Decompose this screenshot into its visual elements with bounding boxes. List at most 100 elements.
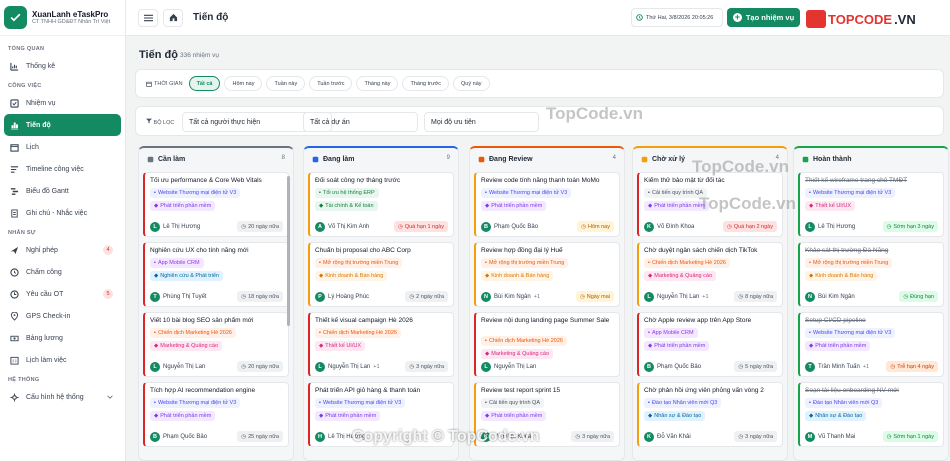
datetime-text: Thứ Hai, 3/8/2026 20:05:26 — [646, 14, 714, 21]
sidebar-item[interactable]: Ghi chú - Nhắc việc — [4, 202, 121, 224]
gear-icon — [10, 392, 19, 402]
assignee-name: Lý Hoàng Phúc — [328, 293, 370, 300]
task-title: Đối soát công nợ tháng trước — [315, 177, 401, 184]
assignee-avatar: L — [805, 221, 815, 232]
folder-icon: ▪ — [319, 190, 321, 196]
folder-icon: ▪ — [319, 260, 321, 266]
category-tag: ◆ Nhân sự & Đào tạo — [644, 411, 706, 421]
page-title: Tiến độ — [139, 49, 178, 61]
task-card[interactable]: Review nội dung landing page Summer Sale… — [474, 312, 620, 377]
home-button[interactable] — [163, 8, 183, 27]
sidebar-item[interactable]: Bảng lương — [4, 327, 121, 349]
task-card[interactable]: Thiết kế wireframe trang chủ TMĐT ▪ Websi… — [798, 172, 944, 237]
due-icon: ◷ — [241, 363, 247, 370]
column-scrollbar[interactable] — [287, 176, 290, 326]
project-select[interactable]: Tất cả dự án — [303, 112, 418, 132]
time-filter-chip[interactable]: Tuần trước — [309, 76, 353, 91]
category-tag-text: Kinh doanh & Bán hàng — [325, 273, 384, 279]
task-card[interactable]: Chuẩn bị proposal cho ABC Corp ▪ Mở rộng … — [308, 242, 454, 307]
task-card[interactable]: Thiết kế visual campaign Hè 2026 ▪ Chiến … — [308, 312, 454, 377]
schedule-icon — [10, 356, 19, 365]
sidebar-item-label: Cấu hình hệ thống — [26, 393, 84, 401]
project-tag: ▪ Chiến dịch Marketing Hè 2026 — [315, 328, 401, 338]
task-card[interactable]: Tích hợp AI recommendation engine ▪ Websi… — [143, 382, 289, 447]
time-filter-label: THỜI GIAN — [146, 81, 183, 87]
project-tag-text: Cải tiến quy trình QA — [651, 190, 704, 196]
task-card[interactable]: Nghiên cứu UX cho tính năng mới ▪ App Mob… — [143, 242, 289, 307]
sidebar-item[interactable]: Cấu hình hệ thống — [4, 386, 121, 408]
sidebar-item-label: Lịch làm việc — [26, 356, 67, 364]
due-badge: ◷ 8 ngày nữa — [734, 291, 777, 302]
due-text: Quá hạn 2 ngày — [733, 223, 773, 230]
sidebar-item[interactable]: Biểu đồ Gantt — [4, 180, 121, 202]
sidebar-item[interactable]: Yêu cầu OT 5 — [4, 283, 121, 305]
sidebar-item[interactable]: GPS Check-in — [4, 305, 121, 327]
card-footer: L Nguyễn Thị Lan +1 ◷ 8 ngày nữa — [644, 291, 777, 302]
sidebar-item[interactable]: Nghỉ phép 4 — [4, 239, 121, 261]
sidebar-item[interactable]: Nhiệm vụ — [4, 92, 121, 114]
project-tag-text: Chiến dịch Marketing Hè 2026 — [157, 330, 232, 336]
column-status-icon — [147, 156, 154, 162]
column-status-icon — [478, 156, 485, 162]
time-filter-chip[interactable]: Tháng trước — [402, 76, 450, 91]
sidebar-item-badge: 5 — [103, 289, 113, 299]
brand-subtitle: CT TNHH GD&ĐT Nhân Trí Việt — [32, 19, 111, 25]
task-card[interactable]: Setup CI/CD pipeline ▪ Website Thương mại… — [798, 312, 944, 377]
task-card[interactable]: Review code tính năng thanh toán MoMo ▪ W… — [474, 172, 620, 237]
card-footer: B Phạm Quốc Bảo ◷ Hôm nay — [481, 221, 614, 232]
tag-icon: ◆ — [154, 273, 159, 279]
time-filter-chip[interactable]: Quý này — [453, 76, 490, 91]
project-tag-text: Chiến dịch Marketing Hè 2026 — [488, 338, 563, 344]
sidebar-item-label: Yêu cầu OT — [26, 290, 64, 298]
create-task-button[interactable]: + Tạo nhiệm vụ — [727, 8, 800, 27]
copyright-watermark: Copyright © TopCode.vn — [352, 428, 540, 445]
category-tag: ◆ Phát triển phần mềm — [644, 341, 710, 351]
task-card[interactable]: Khảo sát thị trường Đà Nẵng ▪ Mở rộng thị… — [798, 242, 944, 307]
money-icon — [10, 335, 19, 341]
sidebar-item[interactable]: Lịch — [4, 136, 121, 158]
assignee-name: Bùi Kim Ngân — [818, 293, 855, 300]
tag-icon: ◆ — [809, 273, 814, 279]
time-filter-chip[interactable]: Tất cả — [188, 76, 221, 91]
task-card[interactable]: Tối ưu performance & Core Web Vitals ▪ We… — [143, 172, 289, 237]
calendar-icon — [146, 81, 152, 87]
folder-icon: ▪ — [485, 400, 487, 406]
time-filter-chip[interactable]: Hôm nay — [224, 76, 263, 91]
sidebar-item[interactable]: Tiến độ — [4, 114, 121, 136]
task-card[interactable]: Chờ Apple review app trên App Store ▪ App… — [637, 312, 783, 377]
task-title: Thiết kế wireframe trang chủ TMĐT — [805, 177, 908, 184]
sidebar-item[interactable]: Lịch làm việc — [4, 349, 121, 371]
sidebar-item[interactable]: Chấm công — [4, 261, 121, 283]
extra-assignees: +1 — [533, 293, 540, 300]
project-tag: ▪ Website Thương mại điện tử V3 — [150, 398, 241, 408]
card-footer: A Võ Thị Kim Anh ◷ Quá hạn 1 ngày — [315, 221, 448, 232]
tag-icon: ◆ — [154, 203, 159, 209]
project-tag-text: Website Thương mại điện tử V3 — [812, 190, 892, 196]
project-tag-text: Website Thương mại điện tử V3 — [157, 190, 237, 196]
folder-icon: ▪ — [809, 190, 811, 196]
assignee-avatar: A — [315, 221, 325, 232]
category-tag-text: Marketing & Quảng cáo — [160, 343, 219, 349]
project-tag-text: Website Thương mại điện tử V3 — [488, 190, 568, 196]
note-icon — [11, 208, 18, 218]
due-badge: ◷ Quá hạn 1 ngày — [394, 221, 448, 232]
sidebar-item[interactable]: Thống kê — [4, 55, 121, 77]
priority-select[interactable]: Mọi độ ưu tiên — [424, 112, 539, 132]
task-card[interactable]: Chờ duyệt ngân sách chiến dịch TikTok ▪ C… — [637, 242, 783, 307]
assignee-name: Trần Minh Tuấn — [818, 363, 860, 370]
task-card[interactable]: Viết 10 bài blog SEO sản phẩm mới ▪ Chiến… — [143, 312, 289, 377]
task-card[interactable]: Review hợp đồng đại lý Huế ▪ Mở rộng thị … — [474, 242, 620, 307]
brand[interactable]: XuanLanh eTaskPro CT TNHH GD&ĐT Nhân Trí… — [0, 0, 125, 36]
card-footer: M Vũ Thanh Mai ◷ Sớm hạn 1 ngày — [805, 431, 938, 442]
assignee-name: Nguyễn Thị Lan — [328, 363, 371, 370]
task-card[interactable]: Chờ phản hồi ứng viên phỏng vấn vòng 2 ▪… — [637, 382, 783, 447]
menu-toggle-button[interactable] — [138, 8, 158, 27]
category-tag-text: Phát triển phần mềm — [325, 413, 377, 419]
time-filter-chip[interactable]: Tháng này — [356, 76, 399, 91]
assignee-name: Phạm Quốc Bảo — [657, 363, 702, 370]
task-card[interactable]: Đối soát công nợ tháng trước ▪ Tối ưu hệ … — [308, 172, 454, 237]
time-filter-chip[interactable]: Tuần này — [266, 76, 306, 91]
task-card[interactable]: Soạn tài liệu onboarding NV mới ▪ Đào tạo… — [798, 382, 944, 447]
sidebar-item[interactable]: Timeline công việc — [4, 158, 121, 180]
tag-icon: ◆ — [648, 413, 653, 419]
